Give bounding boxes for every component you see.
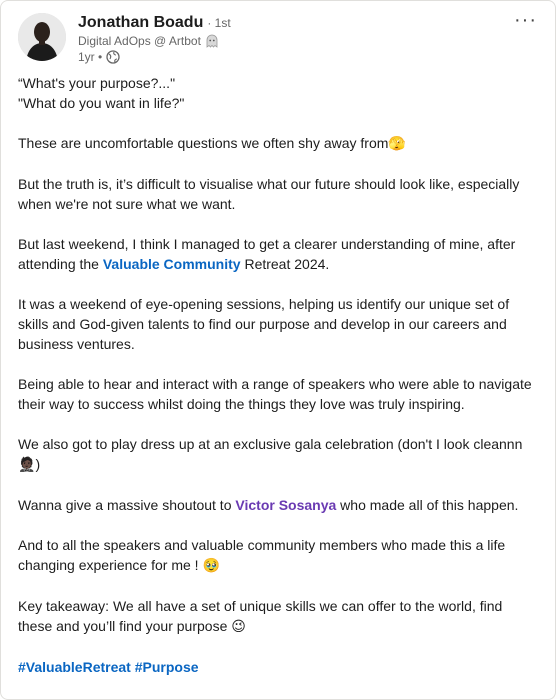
globe-icon[interactable] [106,50,120,64]
holding-back-tears-emoji: 🥹 [202,558,220,574]
paragraph-text: Retreat 2024. [240,256,330,272]
post-paragraph-3: But the truth is, it’s difficult to visu… [18,176,520,212]
paragraph-text: And to all the speakers and valuable com… [18,537,506,573]
post-paragraph-9: And to all the speakers and valuable com… [18,535,538,576]
post-paragraph-7: We also got to play dress up at an exclu… [18,434,538,475]
post-header: Jonathan Boadu · 1st Digital AdOps @ Art… [18,13,231,64]
paragraph-text: Key takeaway: We all have a set of uniqu… [18,598,503,634]
post-paragraph-4: But last weekend, I think I managed to g… [18,234,538,274]
connection-degree: · 1st [207,16,231,30]
post-paragraph-8: Wanna give a massive shoutout to Victor … [18,495,538,515]
peeking-face-emoji: 🫣 [388,136,406,152]
post-paragraph-2: These are uncomfortable questions we oft… [18,133,538,154]
paragraph-text: We also got to play dress up at an exclu… [18,436,523,452]
post-hashtags: #ValuableRetreat #Purpose [18,657,538,677]
author-name[interactable]: Jonathan Boadu [78,14,203,32]
more-options-icon[interactable]: ··· [514,9,537,32]
name-row: Jonathan Boadu · 1st [78,14,231,32]
paragraph-text: ) [35,456,41,472]
paragraph-text: These are uncomfortable questions we oft… [18,135,389,151]
hashtag-valuable-retreat[interactable]: #ValuableRetreat [18,659,131,675]
avatar-photo [18,13,66,61]
post-body: “What's your purpose?..." "What do you w… [18,73,538,697]
question-2: "What do you want in life?" [18,95,185,111]
winking-face-emoji: 😉 [231,619,246,635]
person-in-tuxedo-emoji: 🤵🏿 [18,457,36,473]
post-time: 1yr • [78,50,103,64]
avatar[interactable] [18,13,66,61]
post-paragraph-questions: “What's your purpose?..." "What do you w… [18,73,538,113]
post-time-row: 1yr • [78,50,231,64]
post-paragraph-10: Key takeaway: We all have a set of uniqu… [18,596,538,637]
author-meta: Jonathan Boadu · 1st Digital AdOps @ Art… [78,14,231,64]
question-1: “What's your purpose?..." [18,75,176,91]
post-paragraph-5: It was a weekend of eye-opening sessions… [18,296,510,352]
post-card: Jonathan Boadu · 1st Digital AdOps @ Art… [0,0,556,700]
paragraph-text: Wanna give a massive shoutout to [18,497,236,513]
valuable-community-link[interactable]: Valuable Community [103,256,241,272]
post-paragraph-6: Being able to hear and interact with a r… [18,376,532,412]
victor-sosanya-mention[interactable]: Victor Sosanya [235,497,336,513]
author-headline: Digital AdOps @ Artbot [78,34,201,48]
hashtag-purpose[interactable]: #Purpose [135,659,199,675]
author-headline-row: Digital AdOps @ Artbot [78,34,231,48]
ghost-icon [206,34,218,48]
paragraph-text: who made all of this happen. [336,497,519,513]
